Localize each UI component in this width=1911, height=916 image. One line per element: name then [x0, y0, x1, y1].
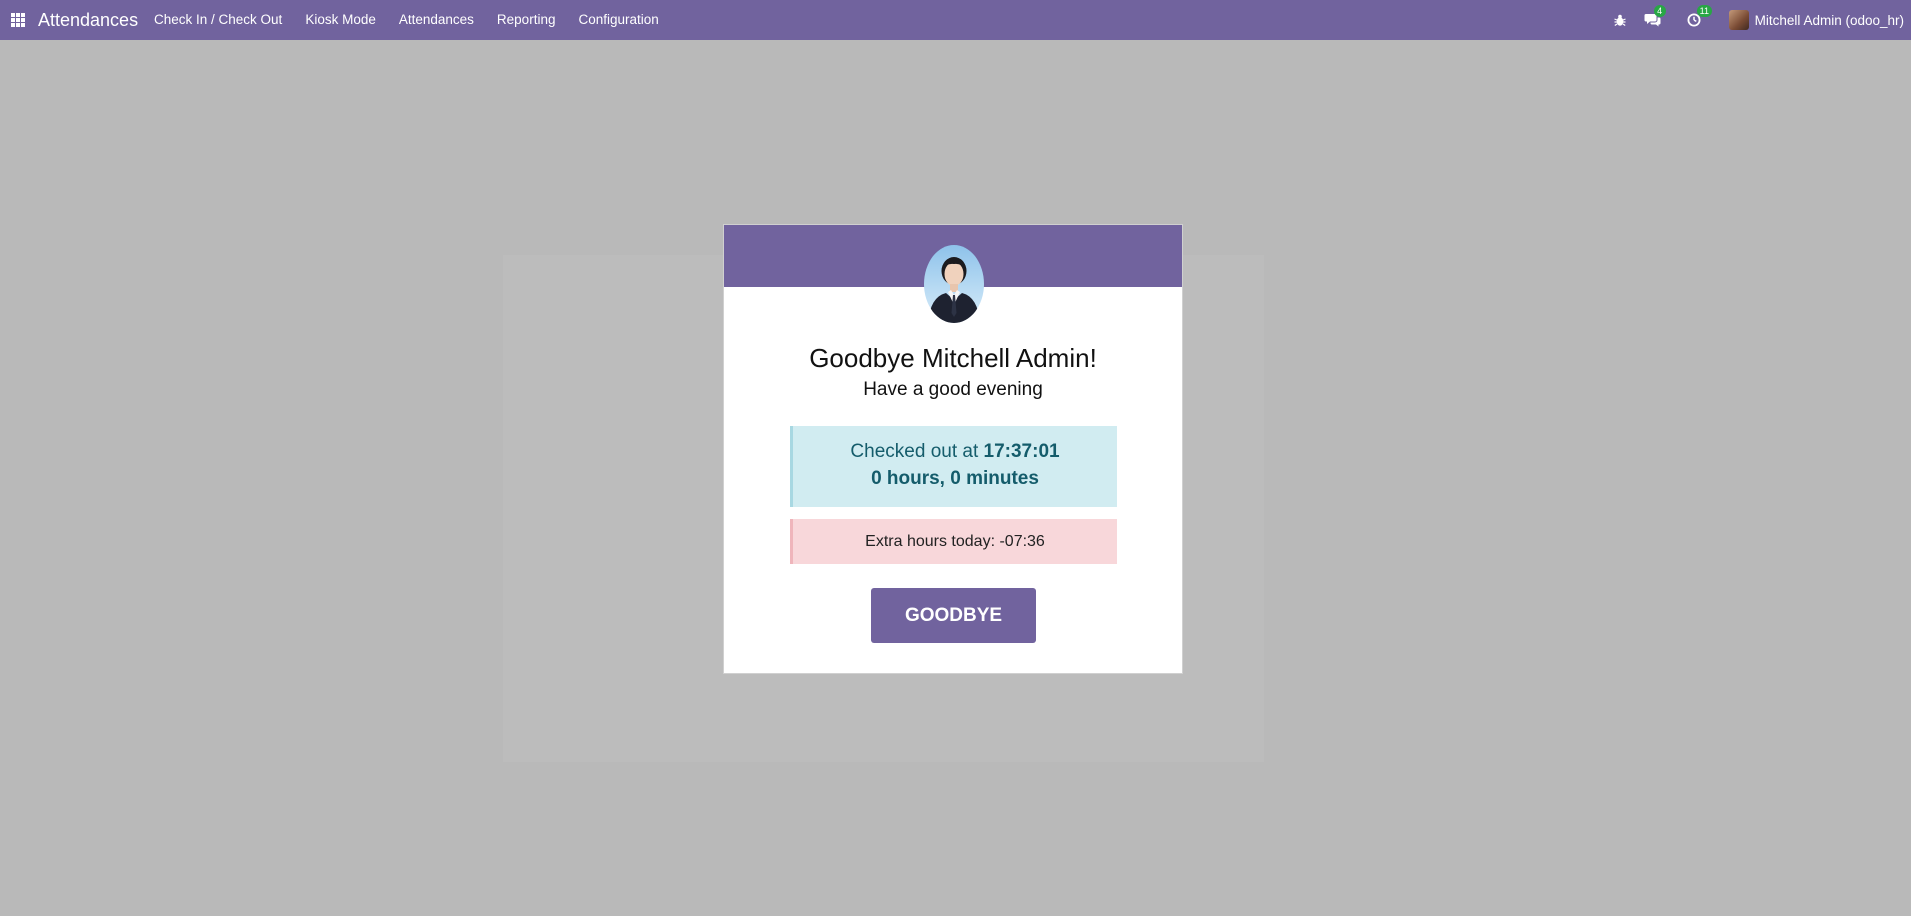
- top-navbar: Attendances Check In / Check Out Kiosk M…: [0, 0, 1911, 40]
- extra-hours-alert: Extra hours today: -07:36: [790, 519, 1117, 564]
- menu-item-check-in-check-out[interactable]: Check In / Check Out: [154, 12, 282, 27]
- app-grid-icon[interactable]: [11, 13, 25, 27]
- goodbye-greeting: Goodbye Mitchell Admin!: [809, 343, 1097, 373]
- checked-out-label: Checked out at: [850, 441, 979, 462]
- checked-out-line: Checked out at 17:37:01: [793, 441, 1117, 463]
- employee-avatar: [924, 245, 984, 323]
- checked-out-info: Checked out at 17:37:01 0 hours, 0 minut…: [790, 426, 1117, 507]
- app-title[interactable]: Attendances: [38, 10, 138, 31]
- goodbye-button[interactable]: GOODBYE: [871, 588, 1036, 643]
- menu-item-attendances[interactable]: Attendances: [399, 12, 474, 27]
- menu-item-kiosk-mode[interactable]: Kiosk Mode: [305, 12, 376, 27]
- worked-duration: 0 hours, 0 minutes: [871, 468, 1039, 489]
- menu-item-reporting[interactable]: Reporting: [497, 12, 556, 27]
- attendance-card: Goodbye Mitchell Admin! Have a good even…: [723, 224, 1183, 674]
- user-avatar: [1728, 10, 1749, 30]
- main-menu: Check In / Check Out Kiosk Mode Attendan…: [154, 12, 682, 27]
- activities-button[interactable]: 11: [1687, 5, 1713, 27]
- messages-count-badge: 4: [1653, 5, 1666, 17]
- checked-out-time: 17:37:01: [983, 441, 1060, 462]
- debug-button[interactable]: [1613, 14, 1626, 27]
- activities-count-badge: 11: [1696, 5, 1713, 17]
- user-menu[interactable]: Mitchell Admin (odoo_hr): [1728, 10, 1904, 30]
- extra-hours-text: Extra hours today: -07:36: [865, 533, 1045, 550]
- systray: 4 11 Mitchell Admin (odoo_hr): [1613, 0, 1911, 40]
- menu-item-configuration[interactable]: Configuration: [578, 12, 658, 27]
- evening-message: Have a good evening: [863, 379, 1043, 400]
- user-name: Mitchell Admin (odoo_hr): [1754, 12, 1904, 28]
- messages-button[interactable]: 4: [1644, 5, 1666, 27]
- bug-icon: [1613, 14, 1626, 26]
